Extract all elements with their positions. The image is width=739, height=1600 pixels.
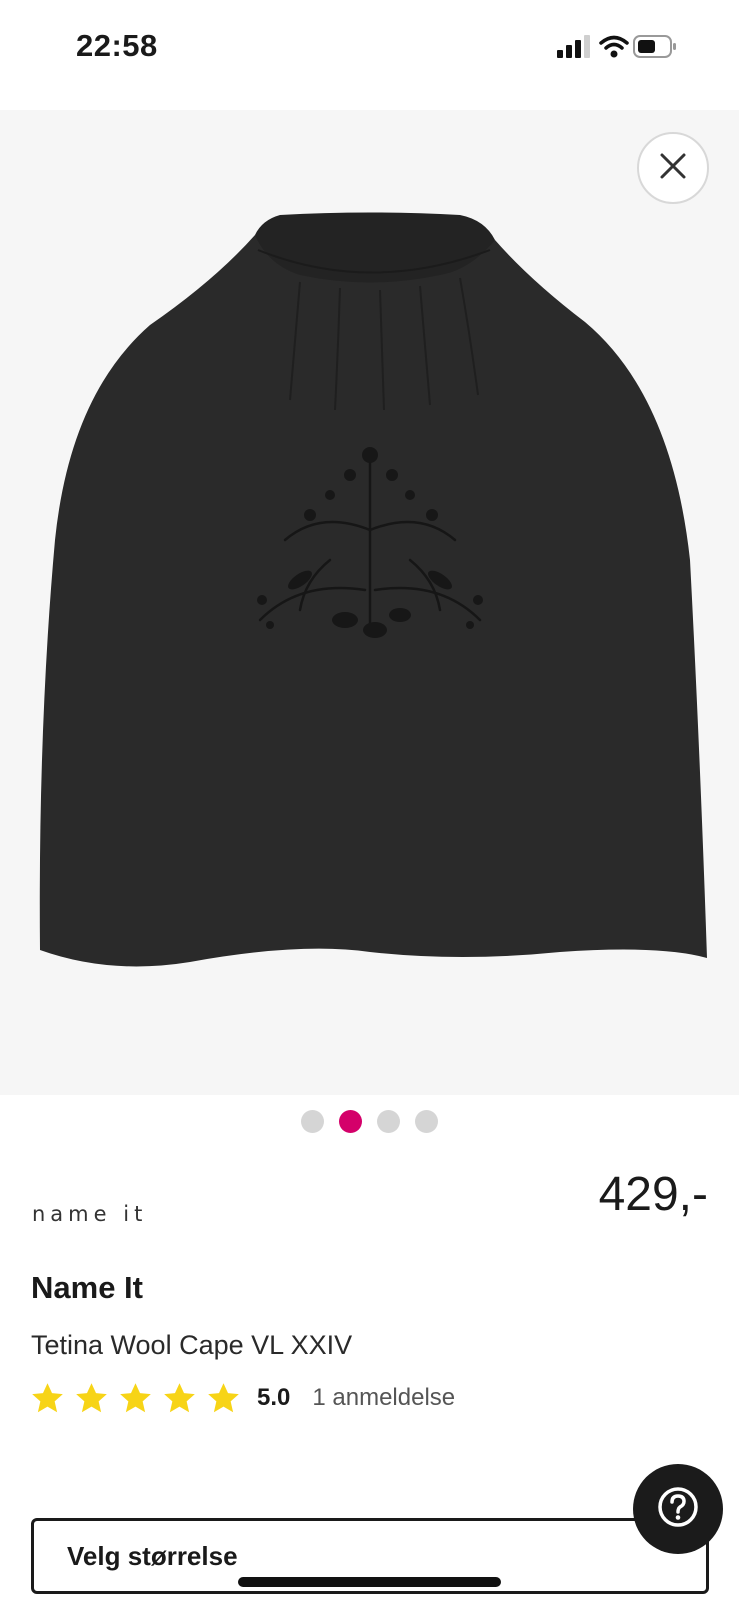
battery-icon <box>633 34 677 65</box>
wifi-icon <box>599 34 629 65</box>
gallery-pagination <box>0 1110 739 1134</box>
status-time: 22:58 <box>76 28 158 63</box>
review-count[interactable]: 1 anmeldelse <box>312 1384 455 1412</box>
brand-logo[interactable]: name it <box>32 1202 147 1226</box>
star-icon <box>164 1382 195 1412</box>
star-icon <box>76 1382 107 1412</box>
rating-value: 5.0 <box>257 1384 291 1411</box>
help-button[interactable] <box>633 1464 723 1554</box>
star-icon <box>32 1382 63 1412</box>
star-icon <box>208 1382 239 1412</box>
product-name: Tetina Wool Cape VL XXIV <box>31 1330 353 1360</box>
rating-stars <box>30 1381 241 1416</box>
product-image <box>39 212 707 967</box>
pagination-dot-active[interactable] <box>339 1110 362 1133</box>
help-icon <box>656 1485 700 1534</box>
pagination-dot[interactable] <box>415 1110 438 1133</box>
signal-icon <box>557 34 593 65</box>
size-select-label: Velg størrelse <box>67 1541 238 1571</box>
home-indicator <box>238 1577 501 1587</box>
pagination-dot[interactable] <box>301 1110 324 1133</box>
close-button[interactable] <box>637 132 709 204</box>
star-icon <box>120 1382 151 1412</box>
product-price: 429,- <box>598 1168 708 1221</box>
rating-row[interactable]: 5.0 1 anmeldelse <box>30 1378 455 1418</box>
pagination-dot[interactable] <box>377 1110 400 1133</box>
product-image-gallery[interactable] <box>0 110 739 1095</box>
brand-name[interactable]: Name It <box>31 1270 143 1306</box>
close-icon <box>659 152 687 185</box>
status-bar: 22:58 <box>0 0 739 100</box>
